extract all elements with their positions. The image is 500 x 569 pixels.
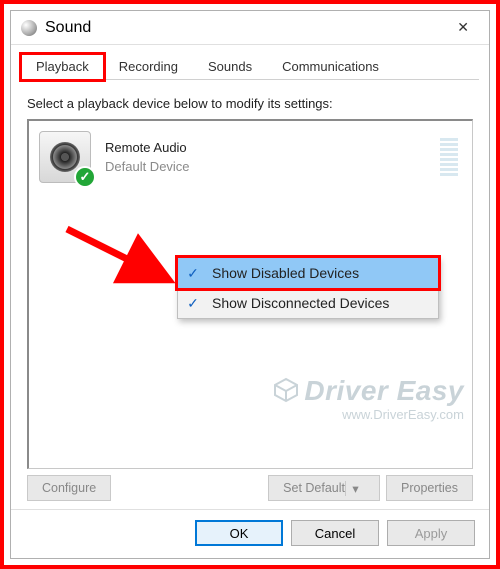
level-meter-icon: [440, 138, 462, 176]
default-check-icon: ✓: [74, 166, 96, 188]
annotation-arrow: [59, 221, 179, 306]
device-text: Remote Audio Default Device: [105, 140, 190, 174]
tab-body: Select a playback device below to modify…: [11, 80, 489, 509]
tab-sounds[interactable]: Sounds: [193, 54, 267, 80]
instruction-text: Select a playback device below to modify…: [27, 96, 473, 111]
context-menu: ✓ Show Disabled Devices ✓ Show Disconnec…: [177, 257, 439, 319]
menu-label: Show Disabled Devices: [212, 265, 359, 281]
device-list[interactable]: ✓ Remote Audio Default Device: [27, 119, 473, 469]
menu-show-disabled[interactable]: ✓ Show Disabled Devices: [178, 258, 438, 288]
window-title: Sound: [45, 19, 91, 37]
tab-recording[interactable]: Recording: [104, 54, 193, 80]
cube-icon: [272, 377, 300, 403]
device-button-row: Configure Set Default ▾ Properties: [27, 469, 473, 501]
configure-button[interactable]: Configure: [27, 475, 111, 501]
check-icon: ✓: [184, 295, 202, 312]
dialog-footer: OK Cancel Apply: [11, 509, 489, 558]
speaker-icon: ✓: [39, 131, 91, 183]
device-row[interactable]: ✓ Remote Audio Default Device: [39, 131, 462, 183]
annotation-frame: Sound ✕ Playback Recording Sounds Commun…: [0, 0, 500, 569]
tab-playback[interactable]: Playback: [21, 54, 104, 80]
cancel-button[interactable]: Cancel: [291, 520, 379, 546]
app-icon: [21, 20, 37, 36]
device-status: Default Device: [105, 159, 190, 174]
properties-button[interactable]: Properties: [386, 475, 473, 501]
ok-button[interactable]: OK: [195, 520, 283, 546]
tab-communications[interactable]: Communications: [267, 54, 394, 80]
menu-label: Show Disconnected Devices: [212, 295, 389, 311]
chevron-down-icon[interactable]: ▾: [345, 481, 365, 496]
apply-button[interactable]: Apply: [387, 520, 475, 546]
device-name: Remote Audio: [105, 140, 190, 155]
watermark: Driver Easy www.DriverEasy.com: [272, 375, 464, 422]
tab-strip: Playback Recording Sounds Communications: [21, 53, 479, 80]
check-icon: ✓: [184, 265, 202, 282]
sound-dialog: Sound ✕ Playback Recording Sounds Commun…: [10, 10, 490, 559]
title-bar: Sound ✕: [11, 11, 489, 45]
menu-show-disconnected[interactable]: ✓ Show Disconnected Devices: [178, 288, 438, 318]
close-button[interactable]: ✕: [447, 15, 479, 40]
set-default-button[interactable]: Set Default ▾: [268, 475, 380, 501]
